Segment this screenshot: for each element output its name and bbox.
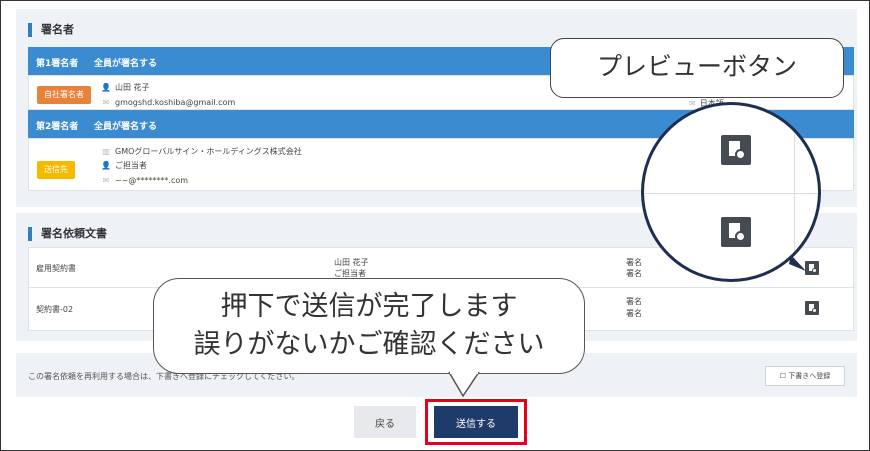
back-button[interactable]: 戻る [354, 406, 416, 438]
save-draft-checkbox[interactable]: ☐ 下書きへ登録 [765, 366, 845, 386]
signer-1-name-row: 👤 山田 花子 [101, 82, 150, 94]
documents-section-title: 署名依頼文書 [28, 227, 107, 241]
document-status-1: 署名 [626, 297, 642, 306]
document-name: 契約書-02 [36, 305, 74, 314]
document-name: 雇用契約書 [36, 264, 76, 273]
callout-line-1: 押下で送信が完了します [220, 291, 518, 322]
signer-2-order: 第2署名者 [36, 122, 79, 132]
signers-section-title: 署名者 [28, 23, 74, 37]
signer-2-company-row: ▥ GMOグローバルサイン・ホールディングス株式会社 [101, 146, 302, 158]
signer-2-contact: ご担当者 [115, 161, 147, 170]
document-status-2: 署名 [626, 309, 642, 318]
mail-icon-2: ✉ [689, 99, 696, 108]
preview-icon[interactable] [805, 301, 819, 315]
preview-magnifier [641, 102, 821, 282]
signer-1-email: gmogshd.koshiba@gmail.com [115, 98, 236, 107]
signer-1-scope: 全員が署名する [94, 59, 158, 69]
callout-line-2: 誤りがないかご確認ください [193, 329, 545, 360]
building-icon: ▥ [102, 147, 110, 156]
mail-icon: ✉ [102, 176, 110, 185]
mail-icon: ✉ [102, 98, 110, 107]
person-icon: 👤 [101, 83, 111, 92]
signer-2-company: GMOグローバルサイン・ホールディングス株式会社 [115, 147, 302, 156]
signer-2-email-row: ✉ ~~@********.com [101, 175, 188, 187]
preview-icon [721, 217, 751, 247]
preview-button-callout: プレビューボタン [550, 38, 844, 98]
signer-1-email-row: ✉ gmogshd.koshiba@gmail.com [101, 97, 236, 109]
signer-2-scope: 全員が署名する [94, 122, 158, 132]
save-draft-label: 下書きへ登録 [788, 372, 831, 380]
signer-1-name: 山田 花子 [115, 83, 150, 92]
own-signer-badge: 自社署名者 [37, 86, 91, 104]
send-confirmation-callout: 押下で送信が完了します 誤りがないかご確認ください [153, 278, 585, 374]
send-button[interactable]: 送信する [434, 406, 518, 438]
preview-icon [721, 135, 751, 165]
document-signer-1: 山田 花子 [334, 258, 369, 267]
document-status-1: 署名 [626, 258, 642, 267]
preview-icon[interactable] [805, 261, 819, 275]
magnifier-column-divider [794, 105, 795, 279]
signer-1-order: 第1署名者 [36, 59, 79, 69]
person-icon: 👤 [101, 161, 111, 170]
signer-2-email: ~~@********.com [115, 176, 189, 185]
document-status-2: 署名 [626, 269, 642, 278]
screen-frame: 署名者 第1署名者 全員が署名する 自社署名者 👤 山田 花子 ✉ gmogshd.… [0, 0, 870, 451]
signer-2-contact-row: 👤 ご担当者 [101, 160, 147, 172]
recipient-badge: 送信先 [37, 161, 75, 179]
